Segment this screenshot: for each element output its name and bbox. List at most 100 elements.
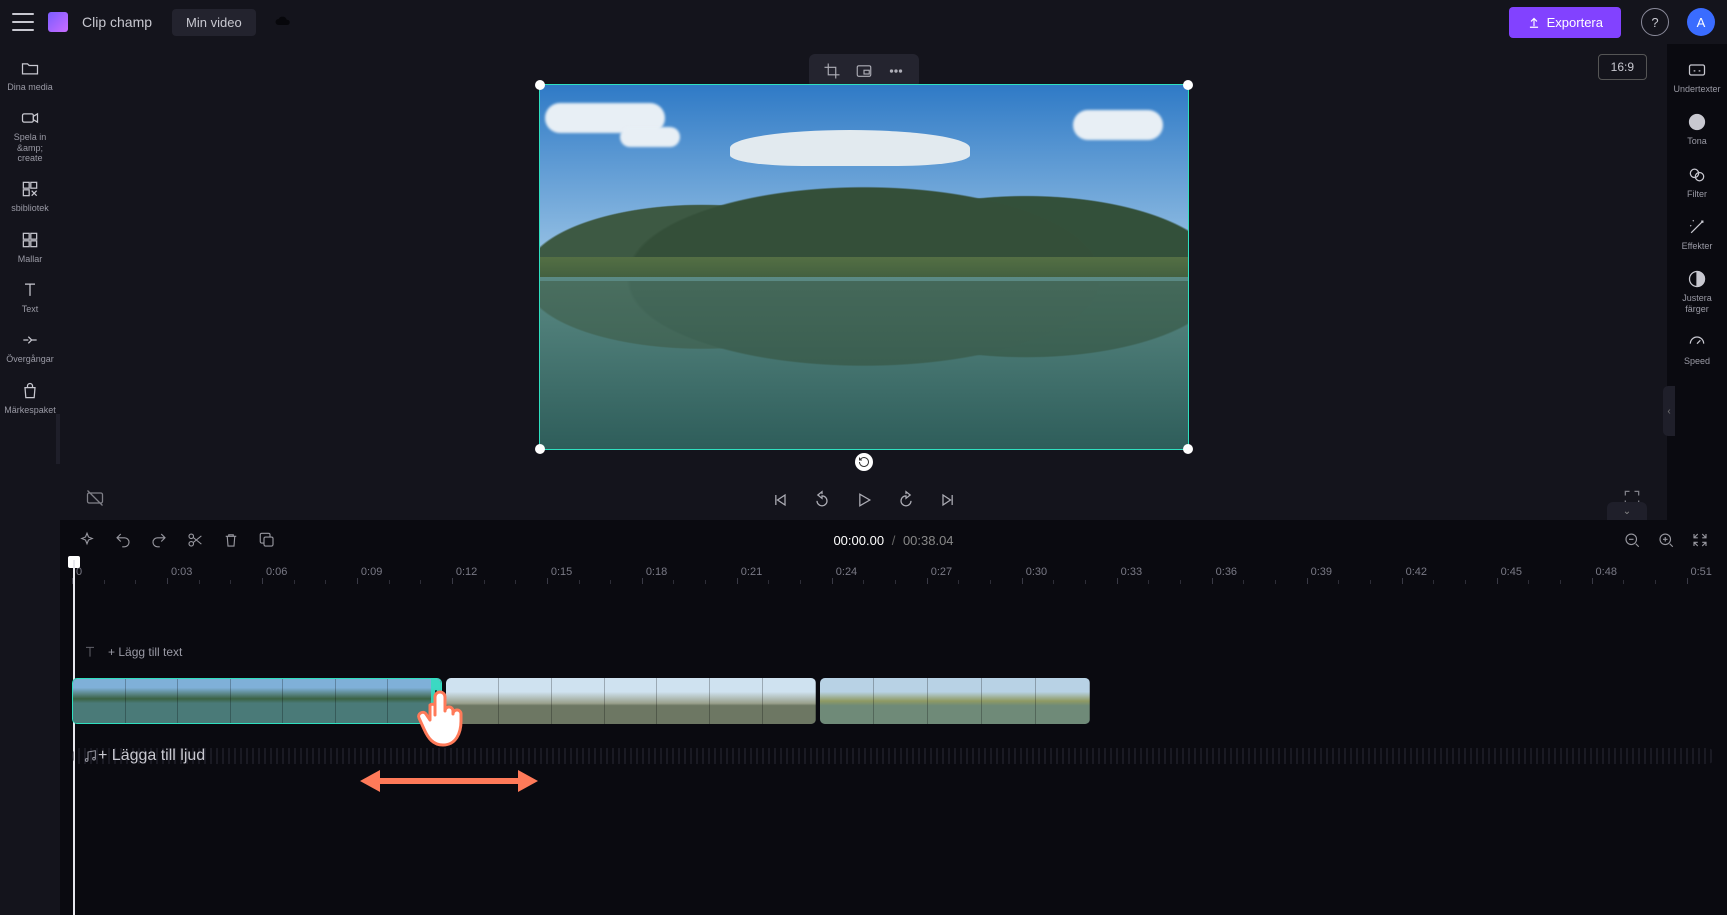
text-icon [20, 280, 40, 300]
audio-waveform-placeholder [72, 748, 1715, 764]
delete-icon[interactable] [222, 531, 240, 549]
time-separator: / [892, 533, 896, 548]
video-clip-1[interactable] [72, 678, 442, 724]
track-video[interactable] [72, 678, 1715, 724]
add-text-label: Lägg till text [118, 645, 182, 659]
play-button[interactable] [854, 490, 874, 510]
track-audio[interactable]: + Lägga till ljud [72, 736, 1715, 776]
prop-item-speed[interactable]: Speed [1669, 326, 1725, 372]
add-audio-label: Lägga till ljud [112, 747, 205, 764]
prop-item-label: Tona [1687, 136, 1707, 146]
forward-icon[interactable] [896, 490, 916, 510]
menu-button[interactable] [12, 13, 34, 31]
zoom-in-icon[interactable] [1657, 531, 1675, 549]
ai-sparkle-icon[interactable] [78, 531, 96, 549]
resize-handle-bl[interactable] [535, 444, 545, 454]
sidebar-item-label: Text [22, 304, 39, 314]
rotate-handle[interactable] [855, 453, 873, 471]
sidebar-item-text[interactable]: Text [2, 274, 58, 320]
timeline-ruler[interactable]: 00:030:060:090:120:150:180:210:240:270:3… [60, 560, 1727, 588]
speed-icon [1687, 332, 1707, 352]
project-name-input[interactable]: Min video [172, 9, 256, 36]
prop-item-label: Effekter [1682, 241, 1713, 251]
crop-icon[interactable] [823, 62, 841, 80]
zoom-fit-icon[interactable] [1691, 531, 1709, 549]
fade-icon [1687, 112, 1707, 132]
video-clip-3[interactable] [820, 678, 1090, 724]
copy-icon[interactable] [258, 531, 276, 549]
timeline-collapse-toggle[interactable]: ⌄ [1607, 502, 1647, 520]
user-avatar[interactable]: A [1687, 8, 1715, 36]
export-button-label: Exportera [1547, 15, 1603, 30]
prop-item-effects[interactable]: Effekter [1669, 211, 1725, 257]
bag-icon [20, 381, 40, 401]
skip-start-icon[interactable] [770, 490, 790, 510]
sidebar-item-library[interactable]: sbibliotek [2, 173, 58, 219]
wand-icon [1687, 217, 1707, 237]
sidebar-item-transitions[interactable]: Övergångar [2, 324, 58, 370]
prop-item-label: Speed [1684, 356, 1710, 366]
sidebar-item-media[interactable]: Dina media [2, 52, 58, 98]
pip-icon[interactable] [855, 62, 873, 80]
watermark-toggle-icon[interactable] [85, 488, 105, 508]
resize-handle-br[interactable] [1183, 444, 1193, 454]
undo-icon[interactable] [114, 531, 132, 549]
sidebar-item-label: Märkespaket [4, 405, 56, 415]
aspect-ratio-button[interactable]: 16:9 [1598, 54, 1647, 80]
camera-icon [20, 108, 40, 128]
transitions-icon [20, 330, 40, 350]
sidebar-item-record[interactable]: Spela in &amp; create [2, 102, 58, 169]
add-audio-button[interactable]: + Lägga till ljud [98, 747, 205, 765]
cursor-hand-overlay [415, 685, 475, 760]
split-scissors-icon[interactable] [186, 531, 204, 549]
prop-item-captions[interactable]: Undertexter [1669, 54, 1725, 100]
video-clip-2[interactable] [446, 678, 816, 724]
redo-icon[interactable] [150, 531, 168, 549]
prop-item-label: Undertexter [1673, 84, 1720, 94]
transport-controls [770, 490, 958, 510]
current-time: 00:00.00 [833, 533, 884, 548]
resize-handle-tl[interactable] [535, 80, 545, 90]
right-sidebar-toggle[interactable]: ‹ [1663, 386, 1675, 436]
track-text[interactable]: + Lägg till text [72, 632, 1715, 672]
skip-end-icon[interactable] [938, 490, 958, 510]
sidebar-item-templates[interactable]: Mallar [2, 224, 58, 270]
music-note-icon [82, 748, 98, 764]
add-text-button[interactable]: + Lägg till text [108, 645, 182, 659]
sidebar-item-label: Övergångar [6, 354, 54, 364]
time-display: 00:00.00 / 00:38.04 [833, 533, 953, 548]
text-icon [82, 644, 98, 660]
library-icon [20, 179, 40, 199]
prop-item-filter[interactable]: Filter [1669, 159, 1725, 205]
sidebar-item-label: sbibliotek [11, 203, 49, 213]
sidebar-item-brandkit[interactable]: Märkespaket [2, 375, 58, 421]
contrast-icon [1687, 269, 1707, 289]
prop-item-label: Filter [1687, 189, 1707, 199]
brand-name: Clip champ [82, 14, 152, 30]
preview-canvas[interactable] [539, 84, 1189, 450]
help-button[interactable]: ? [1641, 8, 1669, 36]
grid-icon [20, 230, 40, 250]
prop-item-label: Justera färger [1682, 293, 1712, 314]
zoom-out-icon[interactable] [1623, 531, 1641, 549]
prop-item-fade[interactable]: Tona [1669, 106, 1725, 152]
app-logo [48, 12, 68, 32]
resize-handle-tr[interactable] [1183, 80, 1193, 90]
captions-icon [1687, 60, 1707, 80]
sidebar-item-label: Mallar [18, 254, 43, 264]
cloud-sync-off-icon [274, 13, 292, 31]
more-icon[interactable] [887, 62, 905, 80]
rotate-icon [858, 456, 870, 468]
sidebar-item-label: Dina media [7, 82, 53, 92]
filter-icon [1687, 165, 1707, 185]
upload-icon [1527, 15, 1541, 29]
rewind-icon[interactable] [812, 490, 832, 510]
drag-arrow-overlay [356, 766, 542, 796]
total-time: 00:38.04 [903, 533, 954, 548]
preview-image [540, 85, 1188, 449]
folder-icon [20, 58, 40, 78]
sidebar-item-label: Spela in &amp; create [2, 132, 58, 163]
prop-item-adjust-colors[interactable]: Justera färger [1669, 263, 1725, 320]
canvas-toolbar [809, 54, 919, 88]
export-button[interactable]: Exportera [1509, 7, 1621, 38]
